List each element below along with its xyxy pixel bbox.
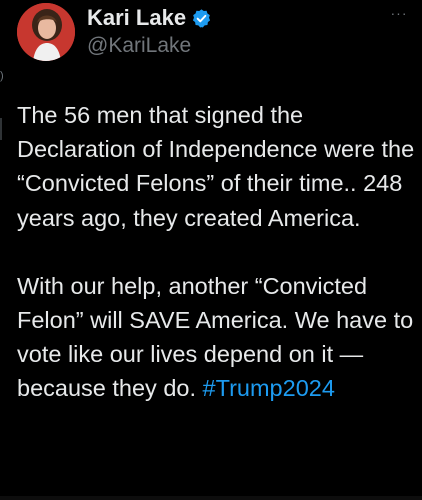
tweet-paragraph-1: The 56 men that signed the Declaration o… — [17, 102, 415, 231]
tweet-paragraph-2: With our help, another “Convicted Felon”… — [17, 269, 417, 406]
hashtag-link[interactable]: #Trump2024 — [203, 375, 335, 401]
handle[interactable]: @KariLake — [87, 33, 191, 59]
tweet-text: The 56 men that signed the Declaration o… — [17, 98, 417, 406]
more-options-icon[interactable]: ··· — [386, 6, 412, 24]
avatar-portrait — [17, 3, 75, 61]
tweet-header: Kari Lake @KariLake ··· — [17, 3, 412, 63]
display-name[interactable]: Kari Lake — [87, 4, 186, 32]
verified-badge-icon — [191, 8, 212, 29]
edge-glyph: ) — [0, 70, 4, 82]
bottom-divider — [0, 496, 422, 500]
avatar[interactable] — [17, 3, 75, 61]
name-row: Kari Lake — [87, 3, 212, 33]
edge-divider — [0, 118, 6, 140]
tweet-card: ) Kari Lake @KariLake ··· The 56 men tha… — [0, 0, 422, 500]
